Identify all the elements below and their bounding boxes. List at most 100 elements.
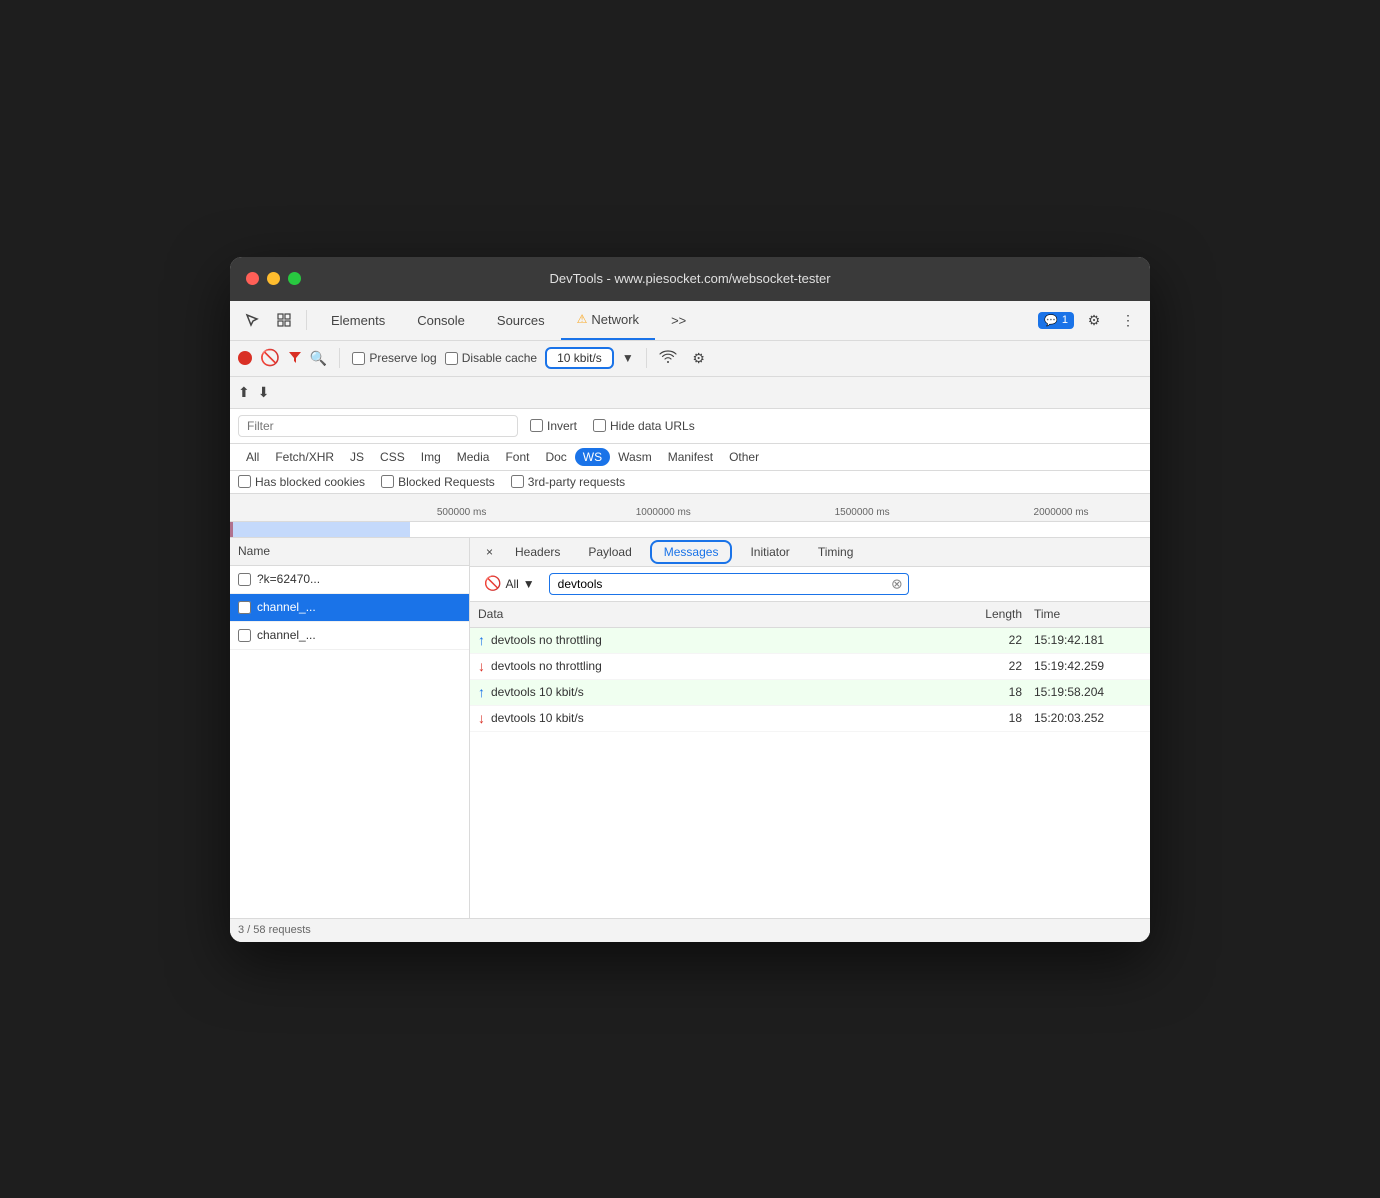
type-fetch-xhr[interactable]: Fetch/XHR: [267, 448, 342, 466]
type-font[interactable]: Font: [497, 448, 537, 466]
filter-icon[interactable]: [288, 350, 302, 367]
timeline-selection: [230, 522, 410, 537]
type-css[interactable]: CSS: [372, 448, 413, 466]
tab-initiator[interactable]: Initiator: [736, 539, 803, 565]
invert-checkbox[interactable]: [530, 419, 543, 432]
request-checkbox-2[interactable]: [238, 601, 251, 614]
msg-text-3: devtools 10 kbit/s: [491, 685, 584, 699]
timeline-bar: 500000 ms 1000000 ms 1500000 ms 2000000 …: [230, 494, 1150, 522]
tab-list: Elements Console Sources ⚠ Network >>: [315, 300, 1034, 340]
request-row-2[interactable]: channel_...: [230, 594, 469, 622]
arrow-up-icon-3: ↑: [478, 684, 485, 700]
type-manifest[interactable]: Manifest: [660, 448, 721, 466]
close-button[interactable]: [246, 272, 259, 285]
minimize-button[interactable]: [267, 272, 280, 285]
top-toolbar: Elements Console Sources ⚠ Network >>: [230, 301, 1150, 341]
msg-text-1: devtools no throttling: [491, 633, 602, 647]
sep3: [646, 348, 647, 368]
request-checkbox-3[interactable]: [238, 629, 251, 642]
wifi-icon: [659, 350, 677, 367]
request-checkbox-1[interactable]: [238, 573, 251, 586]
blocked-cookies-checkbox[interactable]: [238, 475, 251, 488]
tab-payload[interactable]: Payload: [574, 539, 645, 565]
message-row-4[interactable]: ↓ devtools 10 kbit/s 18 15:20:03.252: [470, 706, 1150, 732]
message-search-input[interactable]: [549, 573, 909, 595]
window-title: DevTools - www.piesocket.com/websocket-t…: [549, 271, 830, 286]
type-all[interactable]: All: [238, 448, 267, 466]
request-name-3: channel_...: [257, 628, 316, 642]
third-toolbar: ⬆ ⬇: [230, 377, 1150, 409]
request-row-3[interactable]: channel_...: [230, 622, 469, 650]
filter-input[interactable]: [238, 415, 518, 437]
search-icon[interactable]: 🔍: [310, 350, 327, 367]
tab-more[interactable]: >>: [655, 300, 702, 340]
type-media[interactable]: Media: [449, 448, 498, 466]
preserve-log-checkbox[interactable]: [352, 352, 365, 365]
message-search-clear[interactable]: ⊗: [891, 575, 903, 592]
warning-icon: ⚠: [577, 312, 588, 326]
clear-button[interactable]: 🚫: [260, 348, 280, 368]
message-search-wrap: ⊗: [549, 573, 909, 595]
msg-length-4: 18: [952, 711, 1022, 725]
third-party-label[interactable]: 3rd-party requests: [511, 475, 625, 489]
second-toolbar: 🚫 🔍 Preserve log Disable cache 10 kbit/s…: [230, 341, 1150, 377]
throttle-dropdown[interactable]: ▼: [622, 351, 634, 365]
no-entry-icon: 🚫: [484, 575, 501, 592]
type-other[interactable]: Other: [721, 448, 767, 466]
inspect-icon[interactable]: [270, 306, 298, 334]
sep2: [339, 348, 340, 368]
blocked-requests-checkbox[interactable]: [381, 475, 394, 488]
msg-length-2: 22: [952, 659, 1022, 673]
settings-icon[interactable]: ⚙: [1080, 306, 1108, 334]
tab-console[interactable]: Console: [401, 300, 481, 340]
tab-elements[interactable]: Elements: [315, 300, 401, 340]
message-row-1[interactable]: ↑ devtools no throttling 22 15:19:42.181: [470, 628, 1150, 654]
request-name-2: channel_...: [257, 600, 316, 614]
hide-data-urls-label[interactable]: Hide data URLs: [593, 419, 695, 433]
tab-network[interactable]: ⚠ Network: [561, 300, 655, 340]
titlebar: DevTools - www.piesocket.com/websocket-t…: [230, 257, 1150, 301]
record-button[interactable]: [238, 351, 252, 365]
msg-time-4: 15:20:03.252: [1022, 711, 1142, 725]
type-img[interactable]: Img: [413, 448, 449, 466]
messages-header: Data Length Time: [470, 602, 1150, 628]
timeline-track: [230, 522, 1150, 538]
timeline-label-3: 1500000 ms: [835, 507, 890, 518]
tab-headers[interactable]: Headers: [501, 539, 574, 565]
invert-label[interactable]: Invert: [530, 419, 577, 433]
disable-cache-checkbox[interactable]: [445, 352, 458, 365]
third-party-checkbox[interactable]: [511, 475, 524, 488]
traffic-lights: [246, 272, 301, 285]
request-row-1[interactable]: ?k=62470...: [230, 566, 469, 594]
disable-cache-label[interactable]: Disable cache: [445, 351, 537, 365]
maximize-button[interactable]: [288, 272, 301, 285]
download-icon[interactable]: ⬇: [258, 384, 270, 401]
messages-all-filter[interactable]: 🚫 All ▼: [478, 573, 541, 594]
msg-data-4: ↓ devtools 10 kbit/s: [478, 710, 952, 726]
blocked-requests-label[interactable]: Blocked Requests: [381, 475, 495, 489]
separator: [306, 310, 307, 330]
msg-time-2: 15:19:42.259: [1022, 659, 1142, 673]
msg-time-3: 15:19:58.204: [1022, 685, 1142, 699]
tab-sources[interactable]: Sources: [481, 300, 561, 340]
tab-timing[interactable]: Timing: [804, 539, 868, 565]
blocked-cookies-label[interactable]: Has blocked cookies: [238, 475, 365, 489]
preserve-log-label[interactable]: Preserve log: [352, 351, 436, 365]
timeline-label-4: 2000000 ms: [1034, 507, 1089, 518]
network-settings-icon[interactable]: ⚙: [685, 344, 713, 372]
more-icon[interactable]: ⋮: [1114, 306, 1142, 334]
upload-icon[interactable]: ⬆: [238, 384, 250, 401]
time-col-header: Time: [1022, 607, 1142, 621]
message-row-2[interactable]: ↓ devtools no throttling 22 15:19:42.259: [470, 654, 1150, 680]
throttle-button[interactable]: 10 kbit/s: [545, 347, 614, 369]
cursor-icon[interactable]: [238, 306, 266, 334]
type-ws[interactable]: WS: [575, 448, 610, 466]
close-detail-button[interactable]: ×: [478, 539, 501, 565]
type-js[interactable]: JS: [342, 448, 372, 466]
tab-messages[interactable]: Messages: [650, 540, 733, 564]
type-wasm[interactable]: Wasm: [610, 448, 660, 466]
message-row-3[interactable]: ↑ devtools 10 kbit/s 18 15:19:58.204: [470, 680, 1150, 706]
messages-badge[interactable]: 💬 1: [1038, 312, 1074, 329]
type-doc[interactable]: Doc: [537, 448, 574, 466]
hide-data-urls-checkbox[interactable]: [593, 419, 606, 432]
